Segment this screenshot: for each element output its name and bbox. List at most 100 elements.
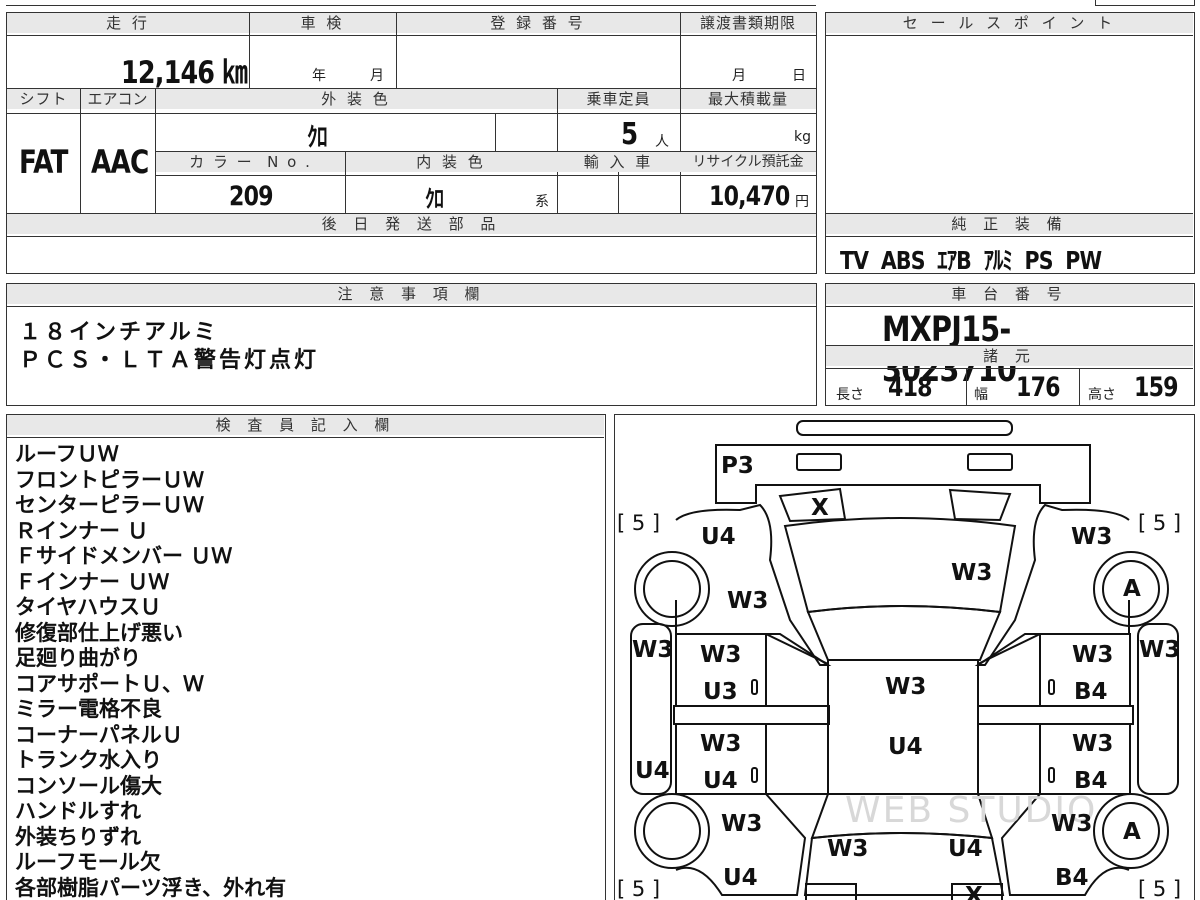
mark-bracket-tr: [ 5 ] (1138, 511, 1182, 535)
transfer-deadline-header: 譲渡書類期限 (680, 13, 816, 33)
aircon-header: エアコン (80, 89, 155, 109)
mark-left-sill: U4 (635, 758, 670, 784)
inspector-entry: Ｒインナー Ｕ (15, 518, 149, 543)
recycle-header: リサイクル預託金 (680, 152, 816, 172)
inspector-entry: コーナーパネルＵ (15, 722, 183, 747)
notes-header: 注 意 事 項 欄 (7, 284, 816, 304)
height-label: 高さ (1088, 387, 1116, 403)
capacity-value: 5 (621, 117, 638, 152)
width-value: 176 (1016, 372, 1061, 403)
inspector-header: 検 査 員 記 入 欄 (7, 415, 604, 435)
mark-tire-fr: A (1123, 576, 1141, 602)
sales-point-header: セ ー ル ス ポ イ ン ト (826, 13, 1193, 33)
deadline-day-unit: 日 (792, 68, 806, 84)
mark-trunk-b: U4 (948, 836, 983, 862)
inspector-entry: センターピラーＵＷ (15, 493, 204, 517)
mark-bracket-bl: [ 5 ] (617, 877, 661, 900)
registration-header: 登 録 番 号 (396, 13, 680, 33)
notes-panel: 注 意 事 項 欄 １８インチアルミ ＰＣＳ・ＬＴＡ警告灯点灯 (6, 283, 817, 406)
inspector-entry: ミラー電格不良 (15, 697, 162, 721)
exterior-color-header: 外 装 色 (155, 89, 557, 109)
inspector-panel: 検 査 員 記 入 欄 ルーフＵＷ フロントピラーＵＷ センターピラーＵＷ Ｒインナー… (6, 414, 606, 900)
length-label: 長さ (836, 387, 864, 403)
inspector-entry: フロントピラーＵＷ (15, 467, 204, 492)
shift-value: FAT (19, 143, 68, 181)
mark-rr-door-b: B4 (1074, 768, 1108, 794)
shift-header: シフト (7, 89, 80, 109)
mark-x-front: X (811, 495, 829, 521)
mark-left-mirror: W3 (632, 637, 674, 663)
recycle-value: 10,470 (709, 181, 790, 212)
chassis-panel: 車 台 番 号 MXPJ15-3023710 諸 元 長さ 418 幅 176 … (825, 283, 1195, 406)
max-load-header: 最大積載量 (680, 89, 816, 109)
inspector-entry: Ｆインナー ＵＷ (15, 569, 170, 594)
mark-trunk-a: W3 (827, 836, 869, 862)
mark-tire-rr: A (1123, 819, 1141, 845)
later-parts-header: 後 日 発 送 部 品 (7, 214, 816, 234)
color-no-header: カ ラ ー N o . (156, 152, 345, 172)
mark-left-front-area: W3 (727, 588, 769, 614)
length-value: 418 (888, 372, 933, 403)
note-line-2: ＰＣＳ・ＬＴＡ警告灯点灯 (19, 348, 320, 373)
sales-point-panel: セ ー ル ス ポ イ ン ト 純 正 装 備 TV ABS ｴｱB ｱﾙﾐ P… (825, 12, 1195, 275)
mark-bracket-br: [ 5 ] (1138, 877, 1182, 900)
aircon-value: AAC (91, 143, 149, 181)
chassis-no-header: 車 台 番 号 (826, 284, 1193, 304)
interior-color-value: ｸﾛ (425, 185, 444, 213)
mark-rl-quarter: W3 (721, 811, 763, 837)
import-header: 輸 入 車 (557, 152, 680, 172)
mark-bracket-tl: [ 5 ] (617, 511, 661, 535)
mark-bonnet: W3 (951, 560, 993, 586)
genuine-equipment-value: TV ABS ｴｱB ｱﾙﾐ PS PW (840, 246, 1102, 275)
mileage-value: 12,146 ㎞ (121, 55, 248, 91)
mark-roof-b: U4 (888, 734, 923, 760)
inspector-entry: 修復部仕上げ悪い (15, 620, 183, 645)
inspector-entry: トランク水入り (15, 748, 162, 772)
deadline-month-unit: 月 (732, 68, 746, 84)
mark-rr-quarter: W3 (1051, 811, 1093, 837)
mark-fr-fender: W3 (1071, 524, 1113, 550)
top-strip-right (1095, 0, 1195, 6)
width-label: 幅 (974, 387, 988, 403)
inspector-entry: ルーフモール欠 (15, 850, 161, 874)
shaken-header: 車 検 (249, 13, 396, 33)
mark-fr-door-b: B4 (1074, 679, 1108, 705)
genuine-equipment-header: 純 正 装 備 (826, 214, 1193, 234)
mark-x-rear: X (965, 883, 983, 900)
inspector-entry: 足廻り曲がり (15, 646, 141, 670)
mark-fl-fender: U4 (701, 524, 736, 550)
mark-rl-bumper: U4 (723, 865, 758, 891)
top-strip (6, 0, 816, 6)
mark-rl-door-a: W3 (700, 731, 742, 757)
mileage-header: 走 行 (7, 13, 249, 33)
mark-fl-door-a: W3 (700, 642, 742, 668)
mark-rr-door-a: W3 (1072, 731, 1114, 757)
color-no-value: 209 (229, 181, 274, 212)
inspector-entry: ルーフＵＷ (15, 442, 119, 466)
inspector-entry-list: ルーフＵＷ フロントピラーＵＷ センターピラーＵＷ Ｒインナー Ｕ Ｆサイドメンバー Ｕ… (15, 442, 286, 900)
inspector-entry: タイヤハウスＵ (15, 595, 161, 619)
interior-suffix: 系 (535, 194, 549, 210)
interior-color-header: 内 装 色 (345, 152, 557, 172)
capacity-header: 乗車定員 (557, 89, 680, 109)
max-load-unit: kg (794, 129, 811, 145)
height-value: 159 (1134, 372, 1179, 403)
capacity-unit: 人 (655, 134, 669, 150)
main-info-table: 走 行 車 検 登 録 番 号 譲渡書類期限 12,146 ㎞ 年 月 月 日 … (6, 12, 817, 274)
shaken-year-unit: 年 (312, 68, 326, 84)
recycle-unit: 円 (795, 194, 809, 210)
inspector-entry: コンソール傷大 (15, 773, 162, 798)
inspector-entry: Ｆサイドメンバー ＵＷ (15, 544, 233, 568)
inspector-entry: ハンドルすれ (15, 799, 141, 823)
mark-p3: P3 (721, 453, 754, 479)
inspector-entry: コアサポートＵ、Ｗ (15, 671, 204, 696)
inspector-entry: 各部樹脂パーツ浮き、外れ有 (15, 875, 287, 900)
mark-rl-door-b: U4 (703, 768, 738, 794)
mark-right-mirror: W3 (1139, 637, 1181, 663)
mark-roof-a: W3 (885, 674, 927, 700)
shaken-month-unit: 月 (370, 68, 384, 84)
mark-fr-door-a: W3 (1072, 642, 1114, 668)
exterior-color-value: ｸﾛ (307, 123, 328, 153)
car-diagram-panel: WEB STUDIO P3 X [ 5 ] [ 5 ] U4 W3 W3 W3 … (614, 414, 1195, 900)
inspector-entry: 外装ちりずれ (15, 824, 141, 849)
